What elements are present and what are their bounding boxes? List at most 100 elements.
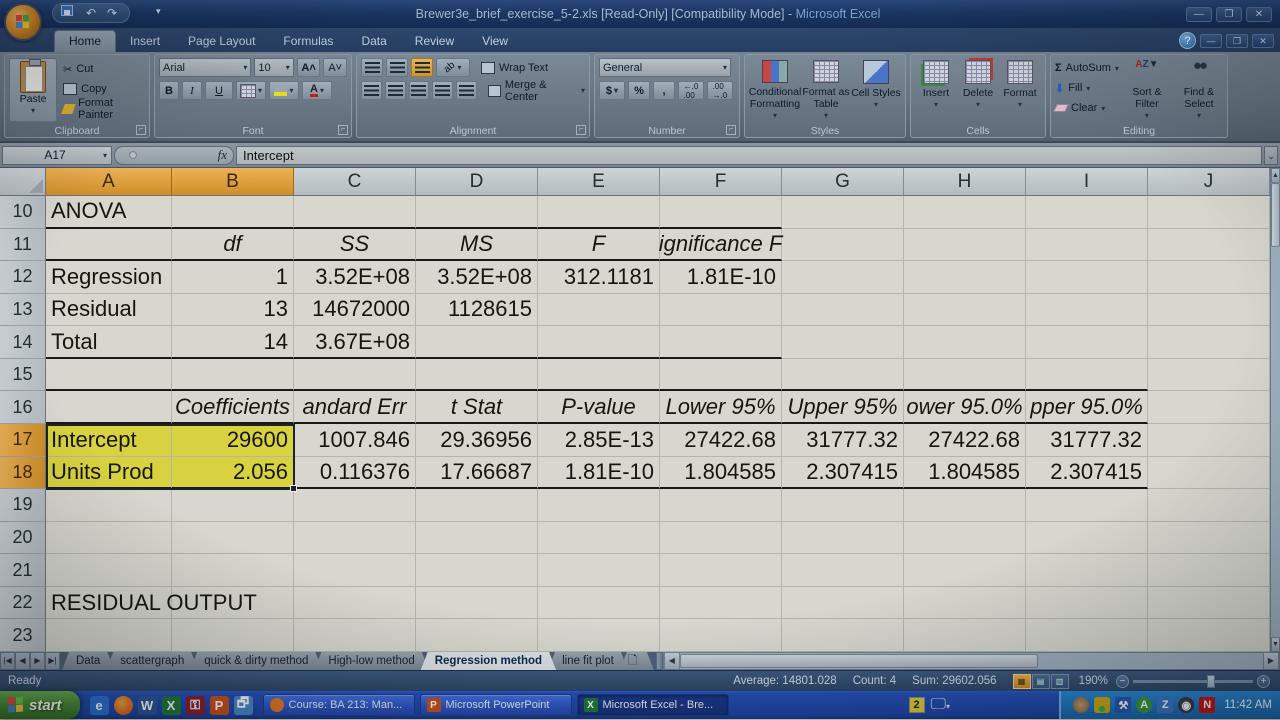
cell-C18[interactable]: 0.116376 (294, 457, 416, 490)
cell-E19[interactable] (538, 489, 660, 522)
cell-H10[interactable] (904, 196, 1026, 229)
top-align-button[interactable] (361, 58, 383, 77)
undo-button[interactable]: ↶ (82, 5, 100, 21)
start-button[interactable]: start (0, 691, 80, 719)
zoom-thumb[interactable] (1207, 675, 1215, 688)
cell-I11[interactable] (1026, 229, 1148, 262)
row-header-19[interactable]: 19 (0, 489, 46, 522)
increase-decimal-button[interactable]: ←.0.00 (678, 81, 704, 100)
paste-button[interactable]: Paste▾ (9, 58, 57, 122)
first-sheet-icon[interactable]: |◀ (0, 652, 15, 670)
shrink-font-button[interactable]: A˅ (323, 58, 347, 77)
accounting-format-button[interactable]: $▾ (599, 81, 625, 100)
scroll-up-icon[interactable]: ▲ (1271, 168, 1280, 183)
column-header-A[interactable]: A (46, 168, 172, 196)
close-button[interactable]: ✕ (1246, 7, 1272, 22)
ribbon-tab-formulas[interactable]: Formulas (269, 31, 347, 52)
name-box-dropdown-icon[interactable]: ▾ (103, 151, 107, 160)
sheet-tab-regression-method[interactable]: Regression method (421, 652, 556, 670)
sheet-tab-line-fit-plot[interactable]: line fit plot (548, 652, 628, 670)
cell-E16[interactable]: P-value (538, 391, 660, 424)
ribbon-tab-page-layout[interactable]: Page Layout (174, 31, 269, 52)
cell-C17[interactable]: 1007.846 (294, 424, 416, 457)
decrease-decimal-button[interactable]: .00→.0 (707, 81, 733, 100)
horizontal-scroll-thumb[interactable] (680, 654, 1038, 668)
sheet-tab-scattergraph[interactable]: scattergraph (106, 652, 198, 670)
cell-D10[interactable] (416, 196, 538, 229)
column-header-D[interactable]: D (416, 168, 538, 196)
taskbar-button-excel[interactable]: XMicrosoft Excel - Bre... (577, 694, 729, 716)
font-dialog-launcher[interactable]: ⌐ (338, 125, 348, 135)
cell-D21[interactable] (416, 554, 538, 587)
firefox-icon[interactable] (114, 696, 133, 715)
ribbon-tab-view[interactable]: View (468, 31, 522, 52)
comma-style-button[interactable]: , (653, 81, 675, 100)
cell-A17[interactable]: Intercept (46, 424, 172, 457)
cell-C14[interactable]: 3.67E+08 (294, 326, 416, 359)
cell-D17[interactable]: 29.36956 (416, 424, 538, 457)
cell-D16[interactable]: t Stat (416, 391, 538, 424)
grow-font-button[interactable]: A˄ (297, 58, 321, 77)
column-header-E[interactable]: E (538, 168, 660, 196)
office-button[interactable] (4, 3, 42, 41)
cell-E11[interactable]: F (538, 229, 660, 262)
cell-J20[interactable] (1148, 522, 1270, 555)
cell-B16[interactable]: Coefficients (172, 391, 294, 424)
restore-button[interactable]: ❐ (1216, 7, 1242, 22)
number-format-select[interactable]: General▾ (599, 58, 731, 77)
column-header-H[interactable]: H (904, 168, 1026, 196)
tray-antivirus-icon[interactable] (1094, 697, 1110, 713)
cell-E10[interactable] (538, 196, 660, 229)
cell-J23[interactable] (1148, 619, 1270, 652)
cell-J14[interactable] (1148, 326, 1270, 359)
ribbon-tab-home[interactable]: Home (54, 30, 116, 52)
prev-sheet-icon[interactable]: ◀ (15, 652, 30, 670)
cell-D12[interactable]: 3.52E+08 (416, 261, 538, 294)
workbook-minimize-button[interactable]: — (1200, 34, 1222, 48)
insert-worksheet-tab[interactable]: 🗋 (620, 652, 654, 670)
cell-G13[interactable] (782, 294, 904, 327)
cell-styles-button[interactable]: Cell Styles▾ (851, 58, 901, 122)
autosum-button[interactable]: ΣAutoSum▾ (1055, 59, 1119, 77)
cell-E13[interactable] (538, 294, 660, 327)
copy-button[interactable]: Copy (63, 80, 145, 98)
row-header-17[interactable]: 17 (0, 424, 46, 457)
font-name-select[interactable]: Arial▾ (159, 58, 251, 77)
internet-explorer-icon[interactable]: e (90, 696, 109, 715)
cell-B21[interactable] (172, 554, 294, 587)
row-header-23[interactable]: 23 (0, 619, 46, 652)
row-header-13[interactable]: 13 (0, 294, 46, 327)
cell-I21[interactable] (1026, 554, 1148, 587)
cell-B17[interactable]: 29600 (172, 424, 294, 457)
cell-G10[interactable] (782, 196, 904, 229)
cell-J11[interactable] (1148, 229, 1270, 262)
find-select-button[interactable]: ●● Find & Select▾ (1175, 58, 1223, 122)
column-header-G[interactable]: G (782, 168, 904, 196)
cell-G17[interactable]: 31777.32 (782, 424, 904, 457)
cell-J21[interactable] (1148, 554, 1270, 587)
cell-G23[interactable] (782, 619, 904, 652)
row-header-21[interactable]: 21 (0, 554, 46, 587)
cell-G18[interactable]: 2.307415 (782, 457, 904, 490)
cell-C11[interactable]: SS (294, 229, 416, 262)
sheet-tab-high-low-method[interactable]: High-low method (314, 652, 428, 670)
tray-globe-icon[interactable] (1073, 697, 1089, 713)
cell-G21[interactable] (782, 554, 904, 587)
font-color-button[interactable]: A▾ (302, 81, 332, 100)
cell-E18[interactable]: 1.81E-10 (538, 457, 660, 490)
customize-qat-chevron-icon[interactable]: ▾ (156, 6, 161, 17)
zoom-out-button[interactable]: − (1116, 675, 1129, 688)
cell-H14[interactable] (904, 326, 1026, 359)
orientation-button[interactable]: ab▾ (436, 58, 470, 77)
cell-E12[interactable]: 312.1181 (538, 261, 660, 294)
cell-E17[interactable]: 2.85E-13 (538, 424, 660, 457)
cell-A14[interactable]: Total (46, 326, 172, 359)
select-all-corner[interactable] (0, 168, 46, 196)
cell-F11[interactable]: ignificance F (660, 229, 782, 262)
italic-button[interactable]: I (182, 81, 202, 100)
normal-view-button[interactable]: ▦ (1013, 674, 1031, 689)
cell-J12[interactable] (1148, 261, 1270, 294)
tab-splitter[interactable] (656, 652, 663, 670)
cell-H16[interactable]: ower 95.0% (904, 391, 1026, 424)
cell-G15[interactable] (782, 359, 904, 392)
